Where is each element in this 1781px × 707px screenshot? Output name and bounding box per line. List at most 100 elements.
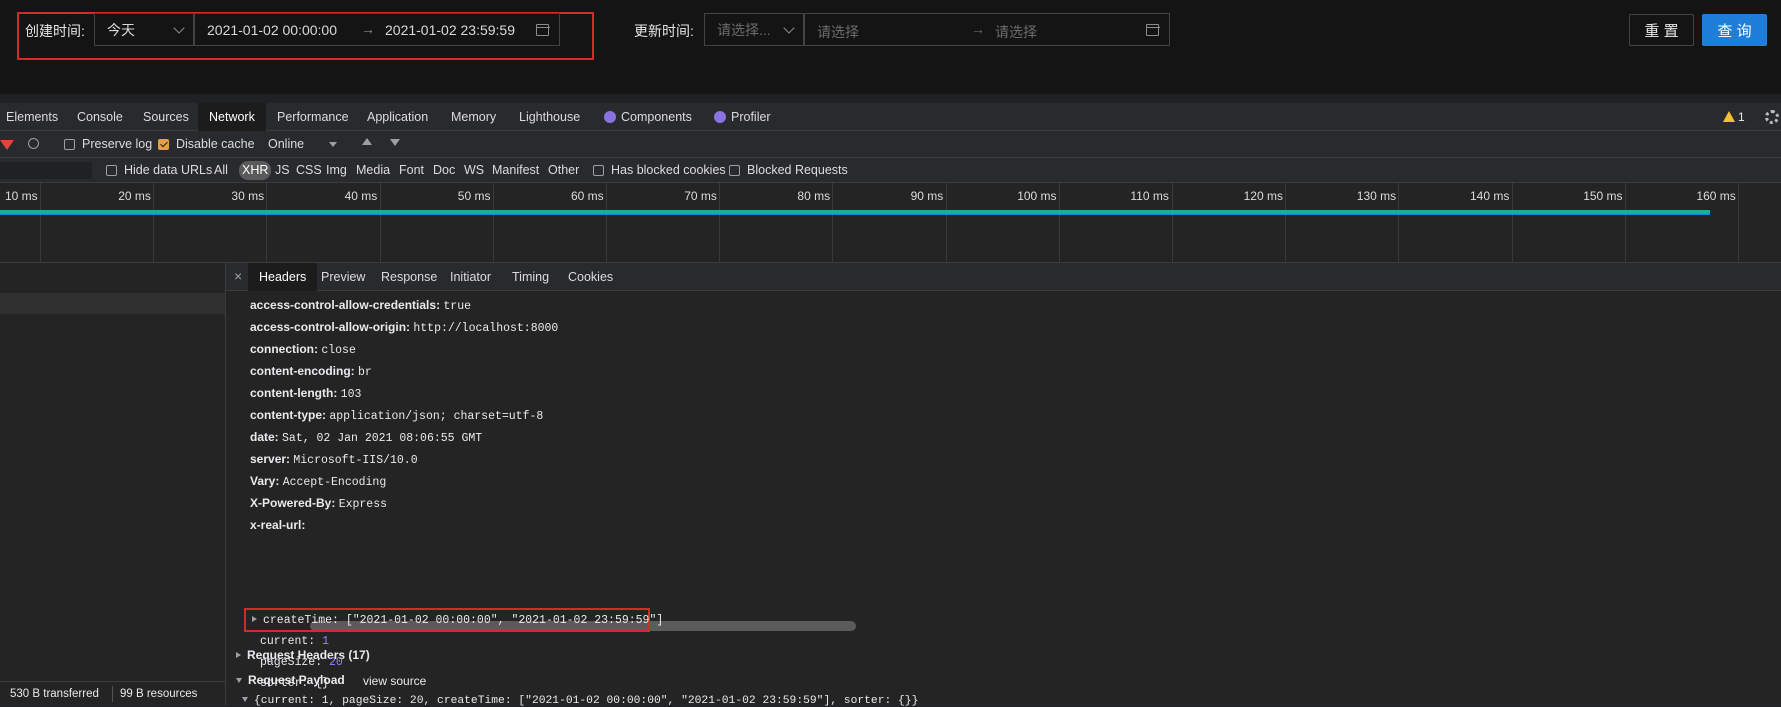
collapse-triangle-icon — [242, 697, 248, 702]
range-arrow: → — [361, 21, 375, 37]
blocked-cookies-label[interactable]: Has blocked cookies — [611, 158, 726, 183]
preserve-log-label[interactable]: Preserve log — [82, 131, 152, 158]
tab-preview[interactable]: Preview — [321, 263, 365, 291]
filter-doc[interactable]: Doc — [433, 158, 455, 183]
tab-application[interactable]: Application — [367, 103, 428, 131]
tab-headers[interactable]: Headers — [248, 263, 318, 291]
tab-initiator[interactable]: Initiator — [450, 263, 491, 291]
filter-font[interactable]: Font — [399, 158, 424, 183]
filter-all[interactable]: All — [214, 158, 228, 183]
timeline-tick-label: 130 ms — [1356, 189, 1397, 203]
filter-js[interactable]: JS — [275, 158, 290, 183]
tab-sources[interactable]: Sources — [143, 103, 189, 131]
query-button[interactable]: 查 询 — [1702, 14, 1767, 46]
update-start-input[interactable]: 请选择 — [817, 22, 859, 42]
tab-elements[interactable]: Elements — [6, 103, 58, 131]
filter-img[interactable]: Img — [326, 158, 347, 183]
tab-profiler[interactable]: Profiler — [731, 103, 771, 131]
tab-memory[interactable]: Memory — [451, 103, 496, 131]
timeline-tick-label: 160 ms — [1696, 189, 1736, 203]
gear-icon[interactable] — [1765, 110, 1779, 124]
tab-network[interactable]: Network — [198, 103, 266, 131]
create-end-input[interactable]: 2021-01-02 23:59:59 — [385, 22, 515, 38]
timeline-gridline — [1398, 183, 1400, 263]
hide-data-urls-label[interactable]: Hide data URLs — [124, 158, 212, 183]
response-header-row: access-control-allow-origin: http://loca… — [250, 320, 558, 335]
filter-other[interactable]: Other — [548, 158, 579, 183]
waterfall-overview[interactable]: 10 ms 20 ms 30 ms 40 ms 50 ms 60 ms 70 ms 80 ms… — [0, 183, 1781, 263]
disable-cache-label[interactable]: Disable cache — [176, 131, 255, 158]
filter-css[interactable]: CSS — [296, 158, 322, 183]
tab-lighthouse[interactable]: Lighthouse — [519, 103, 580, 131]
timeline-gridline — [266, 183, 268, 263]
hide-data-urls-checkbox[interactable] — [106, 165, 117, 176]
create-time-value: createTime: ["2021-01-02 00:00:00", "202… — [263, 614, 664, 627]
export-har-icon[interactable] — [390, 139, 400, 146]
header-value: Express — [338, 498, 388, 511]
timeline-tick-label: 140 ms — [1470, 189, 1510, 203]
create-start-input[interactable]: 2021-01-02 00:00:00 — [207, 22, 337, 38]
tab-performance[interactable]: Performance — [277, 103, 349, 131]
update-preset-placeholder: 请选择... — [717, 21, 771, 38]
warning-count[interactable]: 1 — [1738, 110, 1745, 124]
tab-response[interactable]: Response — [381, 263, 437, 291]
network-filter-bar: Hide data URLs All XHR JS CSS Img Media … — [0, 158, 1781, 183]
tab-console[interactable]: Console — [77, 103, 123, 131]
blocked-requests-label[interactable]: Blocked Requests — [747, 158, 848, 183]
payload-create-time[interactable]: createTime: ["2021-01-02 00:00:00", "202… — [252, 614, 663, 627]
update-end-input[interactable]: 请选择 — [995, 22, 1037, 42]
disable-cache-checkbox[interactable] — [158, 139, 169, 150]
update-range-picker[interactable]: 请选择 → 请选择 — [804, 13, 1170, 46]
header-key: connection: — [250, 342, 318, 356]
request-detail: × Headers Preview Response Initiator Tim… — [226, 263, 1781, 707]
header-key: server: — [250, 452, 291, 466]
timeline-gridline — [1511, 183, 1513, 263]
timeline-gridline — [1624, 183, 1626, 263]
tab-timing[interactable]: Timing — [512, 263, 549, 291]
update-preset-select[interactable]: 请选择... — [704, 13, 804, 46]
chevron-down-icon[interactable] — [329, 142, 337, 147]
request-list: 530 B transferred 99 B resources — [0, 263, 226, 706]
header-key: access-control-allow-credentials: — [250, 298, 441, 312]
range-arrow: → — [971, 21, 985, 37]
response-header-row: connection: close — [250, 342, 356, 357]
response-header-row: date: Sat, 02 Jan 2021 08:06:55 GMT — [250, 430, 482, 445]
filter-media[interactable]: Media — [356, 158, 390, 183]
collapse-triangle-icon — [236, 678, 242, 683]
chevron-down-icon — [173, 22, 185, 34]
payload-summary[interactable]: {current: 1, pageSize: 20, createTime: [… — [242, 695, 918, 707]
timeline-tick-label: 150 ms — [1583, 189, 1623, 203]
filter-manifest[interactable]: Manifest — [492, 158, 539, 183]
header-key: content-length: — [250, 386, 338, 400]
search-icon[interactable] — [28, 138, 39, 149]
view-source-link[interactable]: view source — [363, 674, 426, 688]
filter-ws[interactable]: WS — [464, 158, 484, 183]
timeline-tick-label: 40 ms — [344, 189, 378, 203]
header-key: content-encoding: — [250, 364, 355, 378]
import-har-icon[interactable] — [362, 138, 372, 145]
calendar-icon — [1145, 24, 1160, 36]
create-preset-select[interactable]: 今天 — [94, 13, 194, 46]
filter-input[interactable] — [0, 162, 92, 179]
blocked-cookies-checkbox[interactable] — [593, 165, 604, 176]
reset-button[interactable]: 重 置 — [1629, 14, 1694, 46]
preserve-log-checkbox[interactable] — [64, 139, 75, 150]
react-icon — [604, 111, 616, 123]
response-header-row: content-type: application/json; charset=… — [250, 408, 543, 423]
expand-triangle-icon — [252, 616, 257, 622]
request-waterfall-bar[interactable] — [0, 210, 1710, 215]
payload-summary-text: {current: 1, pageSize: 20, createTime: [… — [254, 695, 919, 707]
close-icon[interactable]: × — [234, 268, 242, 284]
blocked-requests-checkbox[interactable] — [729, 165, 740, 176]
throttling-select[interactable]: Online — [268, 131, 304, 158]
filter-icon[interactable] — [0, 140, 14, 150]
payload-value: {} — [315, 677, 330, 690]
warning-icon[interactable] — [1723, 111, 1735, 122]
create-range-picker[interactable]: 2021-01-02 00:00:00 → 2021-01-02 23:59:5… — [194, 13, 560, 46]
filter-xhr[interactable]: XHR — [239, 161, 272, 180]
tab-cookies[interactable]: Cookies — [568, 263, 613, 291]
transferred-size: 530 B transferred — [10, 688, 99, 700]
timeline-gridline — [1738, 183, 1739, 263]
tab-components[interactable]: Components — [621, 103, 692, 131]
request-row-selected[interactable] — [0, 293, 225, 314]
